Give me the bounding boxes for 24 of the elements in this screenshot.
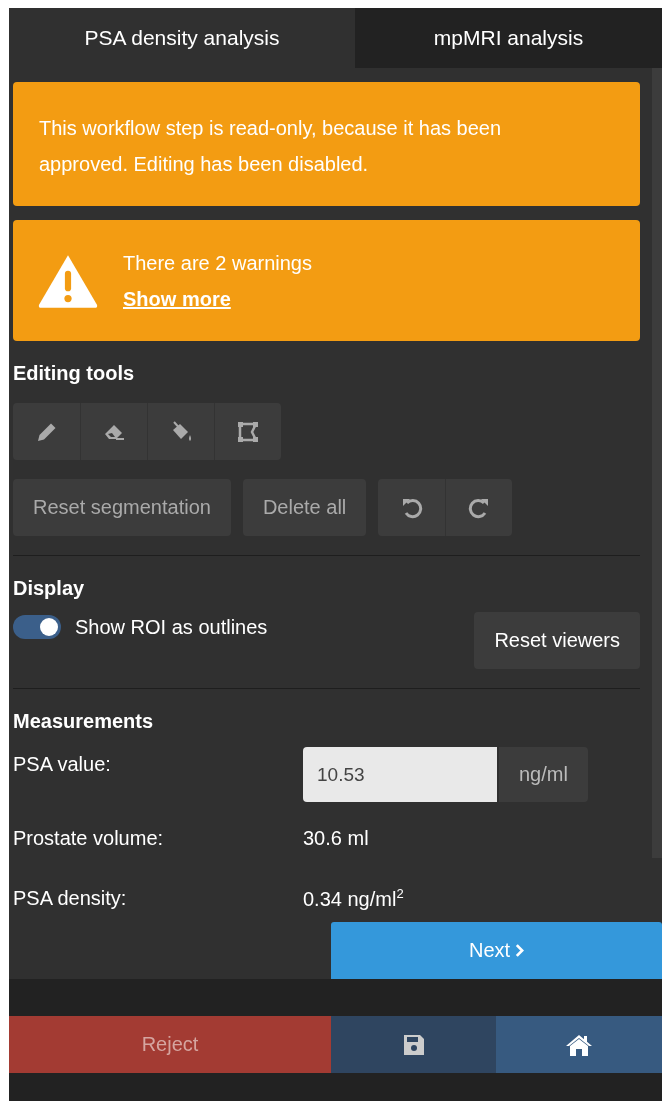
reject-button[interactable]: Reject: [9, 1016, 331, 1073]
section-title: Measurements: [13, 709, 155, 733]
warning-text: There are 2 warnings: [123, 250, 312, 276]
psa-value-field[interactable]: 10.53: [303, 747, 497, 802]
alert-text: This workflow step is read-only, because it has been approved. Editing has been disabled.: [39, 117, 502, 175]
section-title: Editing tools: [13, 361, 136, 385]
chevron-icon: [515, 944, 525, 957]
measurement-label: PSA value:: [13, 753, 112, 776]
home-button[interactable]: [496, 1016, 662, 1073]
reset-viewers-button[interactable]: Reset viewers: [474, 612, 640, 669]
next-button[interactable]: Next: [331, 922, 662, 979]
scrollbar[interactable]: [652, 68, 662, 858]
polygon-icon: [236, 419, 260, 444]
toggle-switch[interactable]: [13, 615, 61, 639]
toggle-label: Show ROI as outlines: [75, 615, 268, 639]
house-icon: [565, 1032, 593, 1057]
unit-addon: ng/ml: [499, 747, 588, 802]
tab[interactable]: mpMRI analysis: [355, 8, 662, 68]
measurement-label: Prostate volume:: [13, 826, 165, 850]
measurement-value: 30.6 ml: [303, 826, 369, 850]
measurement-label: PSA density:: [13, 886, 128, 910]
section-title: Display: [13, 576, 86, 600]
measurement-value: 0.34 ng/ml$^{2}$: [303, 885, 404, 911]
save-button[interactable]: [331, 1016, 496, 1073]
